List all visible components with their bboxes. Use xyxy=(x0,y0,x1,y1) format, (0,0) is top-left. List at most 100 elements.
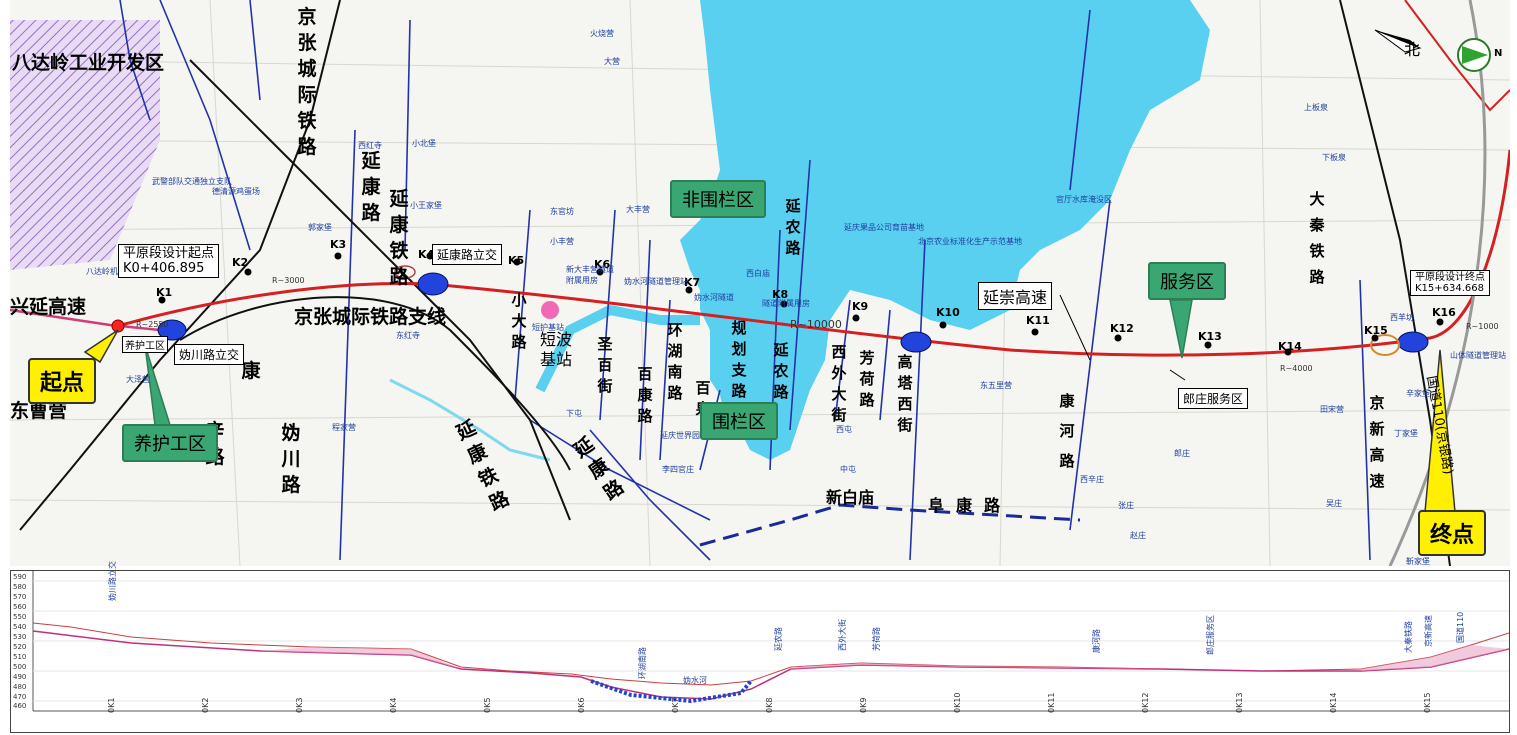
north-label: 北 xyxy=(1404,40,1421,59)
x-tick: 0K5 xyxy=(483,697,492,713)
start-design-box: 平原段设计起点 K0+406.895 xyxy=(118,244,220,278)
x-tick: 0K15 xyxy=(1423,692,1432,713)
route-map[interactable]: 八达岭工业开发区 兴延高速 东曹营 北 N 京张城际铁路 延康路 延康铁路 京张… xyxy=(10,0,1510,566)
x-tick: 0K4 xyxy=(389,697,398,713)
non-fence-zone-callout[interactable]: 非围栏区 xyxy=(670,180,766,218)
x-tick: 0K11 xyxy=(1047,692,1056,713)
place-label: 西屯 xyxy=(836,425,852,434)
yannong-road-label-b: 延农路 xyxy=(773,341,789,401)
y-tick: 460 xyxy=(13,702,27,710)
guichuan-interchange-label: 妫川路立交 xyxy=(174,344,245,365)
y-tick: 520 xyxy=(13,643,27,651)
guihua-road-label: 规划支路 xyxy=(731,319,747,400)
place-label: 大营 xyxy=(604,57,620,66)
km-marker-9: K9 xyxy=(852,300,869,313)
place-label: 中屯 xyxy=(840,465,856,474)
x-tick: 0K2 xyxy=(201,697,210,713)
profile-annotation: 芳荷路 xyxy=(872,627,881,651)
place-label: 东官坊 xyxy=(550,207,574,216)
place-label: 张庄 xyxy=(1118,501,1134,510)
y-tick: 510 xyxy=(13,653,27,661)
place-label: 北京农业标准化生产示范基地 xyxy=(918,237,1022,246)
y-tick: 470 xyxy=(13,693,27,701)
place-label: 小王家堡 xyxy=(410,201,442,210)
place-label: 程家营 xyxy=(332,423,356,432)
profile-annotation: 康河路 xyxy=(1092,629,1101,653)
profile-annotation: 国道110 xyxy=(1456,611,1465,643)
place-label: 西白庙 xyxy=(746,269,770,278)
ground-profile xyxy=(32,622,1509,686)
map-graphics xyxy=(10,0,1510,566)
place-label: 新大丰营隧道附属用房 xyxy=(566,265,614,285)
radius-label: R~2550 xyxy=(136,320,169,329)
fukang-road-dashed xyxy=(699,503,1081,547)
longitudinal-profile[interactable]: 590 580 570 560 550 540 530 520 510 500 … xyxy=(10,561,1510,733)
dev-zone-label: 八达岭工业开发区 xyxy=(12,52,165,74)
profile-annotation: 大秦铁路 xyxy=(1404,621,1413,653)
place-label: 隧道附属用房 xyxy=(762,299,810,308)
jingxin-highway-label: 京新高速 xyxy=(1369,394,1385,490)
place-label: 下板泉 xyxy=(1322,153,1346,162)
g110-interchange-icon[interactable] xyxy=(1397,331,1429,353)
place-label: 小丰营 xyxy=(550,237,574,246)
radius-label: R~10000 xyxy=(790,318,842,331)
xinbaimiao-label: 新白庙 xyxy=(826,488,875,507)
x-tick: 0K3 xyxy=(295,697,304,713)
y-tick: 560 xyxy=(13,603,27,611)
x-tick: 0K10 xyxy=(953,692,962,713)
place-label: 大泽营 xyxy=(126,375,150,384)
radius-label: R~1000 xyxy=(1466,322,1499,331)
maintenance-area-callout[interactable]: 养护工区 xyxy=(122,424,218,462)
place-label: 田宋营 xyxy=(1320,405,1344,414)
place-label: 郎庄 xyxy=(1174,449,1190,458)
place-label: 下屯 xyxy=(566,409,582,418)
place-label: 官厅水库淹没区 xyxy=(1056,195,1112,204)
profile-annotation: 京新高速 xyxy=(1424,615,1433,647)
place-label: 上板泉 xyxy=(1304,103,1328,112)
place-label: 西羊坊 xyxy=(1390,313,1414,322)
place-label: 赵庄 xyxy=(1130,531,1146,540)
place-label: 大丰营 xyxy=(626,205,650,214)
x-tick: 0K9 xyxy=(859,697,868,713)
xiwai-street-label: 西外大街 xyxy=(831,343,847,424)
yankang-interchange-label: 延康路立交 xyxy=(432,244,503,265)
fence-zone-callout[interactable]: 围栏区 xyxy=(700,402,778,440)
yankang-road-vertical-label: 延康路 xyxy=(361,150,381,224)
service-area-callout[interactable]: 服务区 xyxy=(1148,262,1226,300)
yankang-interchange-icon[interactable] xyxy=(417,272,449,296)
profile-annotation: 延农路 xyxy=(774,627,783,651)
compass-n-label: N xyxy=(1494,48,1503,59)
place-label: 东五里营 xyxy=(980,381,1012,390)
shortwave-station-icon xyxy=(541,301,559,319)
fanghe-road-label: 芳荷路 xyxy=(859,349,875,409)
xingyan-expressway-label: 兴延高速 xyxy=(10,296,87,318)
jingzhang-branch-label: 京张城际铁路支线 xyxy=(294,306,447,328)
y-tick: 480 xyxy=(13,683,27,691)
km-marker-15: K15 xyxy=(1364,324,1388,337)
place-label: 丁家堡 xyxy=(1394,429,1418,438)
km-marker-2: K2 xyxy=(232,256,249,269)
x-tick: 0K8 xyxy=(765,697,774,713)
end-point-callout[interactable]: 终点 xyxy=(1418,510,1487,556)
place-label: 郭家堡 xyxy=(308,223,332,232)
profile-annotation: 西外大街 xyxy=(838,619,847,651)
km-marker-12: K12 xyxy=(1110,322,1134,335)
xiaoda-road-label: 小大路 xyxy=(511,291,527,351)
y-tick: 500 xyxy=(13,663,27,671)
gaota-interchange-icon[interactable] xyxy=(900,331,932,353)
km-marker-14: K14 xyxy=(1278,340,1302,353)
y-tick: 590 xyxy=(13,573,27,581)
service-area-box: 郎庄服务区 xyxy=(1178,388,1249,409)
radius-label: R~4000 xyxy=(1280,364,1313,373)
km-marker-5: K5 xyxy=(508,254,525,267)
guichuan-road-label: 妫川路 xyxy=(281,422,301,496)
shengbai-street-label: 圣百街 xyxy=(597,335,613,395)
place-label: 延庆果品公司育苗基地 xyxy=(844,223,924,232)
place-label: 延庆世界园 xyxy=(660,431,700,440)
km-marker-10: K10 xyxy=(936,306,960,319)
start-point-callout[interactable]: 起点 xyxy=(28,358,97,404)
y-tick: 530 xyxy=(13,633,27,641)
profile-annotation: 妫水河 xyxy=(683,676,707,685)
fill-area xyxy=(1361,645,1509,671)
profile-annotation: 妫川路立交 xyxy=(108,561,117,601)
